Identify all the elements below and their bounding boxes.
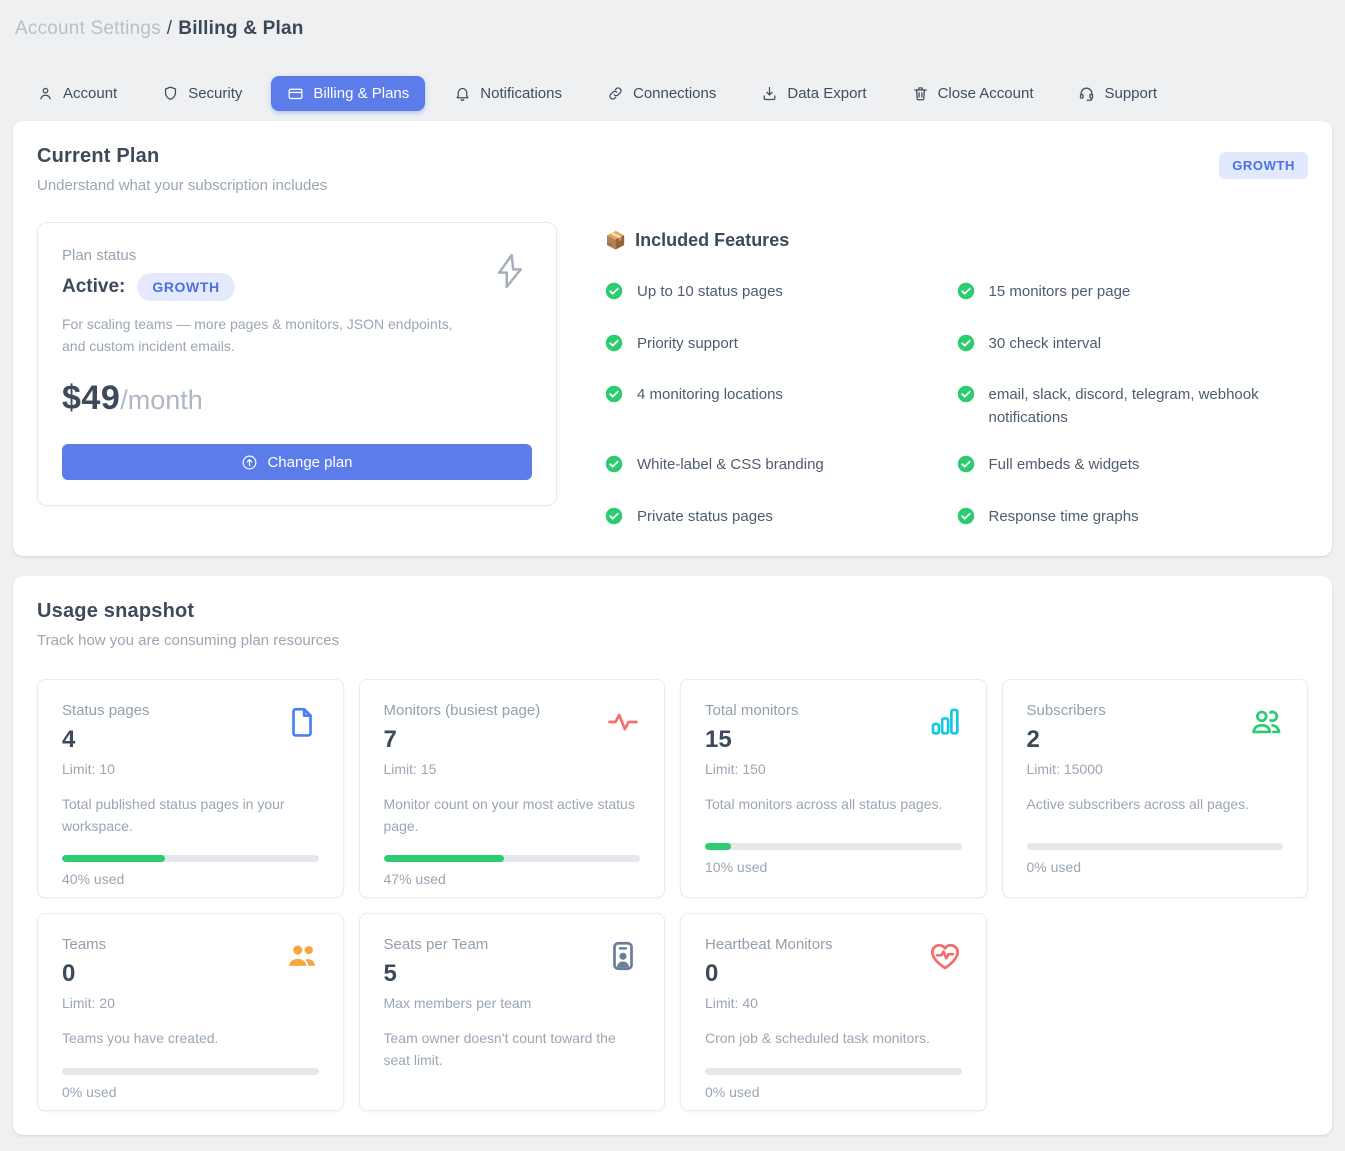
plan-status-label: Plan status xyxy=(62,247,532,264)
usage-progress-bar xyxy=(705,1068,962,1075)
plan-tier-badge: GROWTH xyxy=(1219,152,1308,179)
current-plan-subtitle: Understand what your subscription includ… xyxy=(37,177,327,194)
check-circle-icon xyxy=(605,385,623,411)
file-icon xyxy=(285,705,319,744)
tab-support[interactable]: Support xyxy=(1062,76,1173,111)
check-circle-icon xyxy=(605,334,623,360)
billing-plan-page: Account Settings / Billing & Plan Account … xyxy=(0,0,1345,1151)
usage-title: Usage snapshot xyxy=(37,600,339,623)
usage-progress-bar xyxy=(384,855,641,862)
feature-item: Private status pages xyxy=(605,506,947,533)
metric-card-subscribers: Subscribers 2 Limit: 15000 Active subscr… xyxy=(1002,679,1309,898)
tab-notifications[interactable]: Notifications xyxy=(438,76,578,111)
headset-icon xyxy=(1078,85,1095,102)
people-outline-icon xyxy=(1249,705,1283,744)
metric-card-status-pages: Status pages 4 Limit: 10 Total published… xyxy=(37,679,344,898)
tab-close-account[interactable]: Close Account xyxy=(896,76,1050,111)
settings-tab-bar: Account Security Billing & Plans Notific… xyxy=(13,76,1332,111)
feature-item: 30 check interval xyxy=(957,333,1299,360)
included-features-heading: Included Features xyxy=(635,230,789,251)
plan-price: $49 xyxy=(62,379,120,418)
plan-period: /month xyxy=(120,385,203,416)
usage-snapshot-card: Usage snapshot Track how you are consumi… xyxy=(13,576,1332,1135)
feature-item: Response time graphs xyxy=(957,506,1299,533)
feature-item: Priority support xyxy=(605,333,947,360)
usage-progress-bar xyxy=(62,1068,319,1075)
breadcrumb-separator: / xyxy=(167,18,172,39)
feature-item: 15 monitors per page xyxy=(957,281,1299,308)
metric-card-teams: Teams 0 Limit: 20 Teams you have created… xyxy=(37,913,344,1111)
check-circle-icon xyxy=(957,334,975,360)
id-badge-icon xyxy=(606,939,640,978)
usage-progress-bar xyxy=(62,855,319,862)
feature-item: Up to 10 status pages xyxy=(605,281,947,308)
bell-icon xyxy=(454,85,471,102)
arrow-up-circle-icon xyxy=(241,454,258,471)
tab-billing[interactable]: Billing & Plans xyxy=(271,76,425,111)
person-icon xyxy=(37,85,54,102)
metric-card-monitors-busiest-page: Monitors (busiest page) 7 Limit: 15 Moni… xyxy=(359,679,666,898)
feature-item: White-label & CSS branding xyxy=(605,454,947,481)
metric-card-heartbeat-monitors: Heartbeat Monitors 0 Limit: 40 Cron job … xyxy=(680,913,987,1111)
breadcrumb: Account Settings / Billing & Plan xyxy=(13,12,1332,40)
feature-item: email, slack, discord, telegram, webhook… xyxy=(957,384,1299,429)
usage-subtitle: Track how you are consuming plan resourc… xyxy=(37,632,339,649)
feature-item: 4 monitoring locations xyxy=(605,384,947,429)
plan-status-value: Active: xyxy=(62,276,125,298)
link-icon xyxy=(607,85,624,102)
lightning-icon xyxy=(490,249,530,298)
included-features: 📦 Included Features Up to 10 status page… xyxy=(605,222,1308,532)
trash-icon xyxy=(912,85,929,102)
tab-account[interactable]: Account xyxy=(21,76,133,111)
check-circle-icon xyxy=(957,507,975,533)
check-circle-icon xyxy=(605,507,623,533)
package-icon: 📦 xyxy=(605,231,626,251)
activity-icon xyxy=(606,705,640,744)
heart-pulse-icon xyxy=(928,939,962,978)
people-filled-icon xyxy=(285,939,319,978)
check-circle-icon xyxy=(605,455,623,481)
feature-item: Full embeds & widgets xyxy=(957,454,1299,481)
breadcrumb-page-title: Billing & Plan xyxy=(178,18,303,39)
current-plan-card: Current Plan Understand what your subscr… xyxy=(13,121,1332,556)
download-icon xyxy=(761,85,778,102)
check-circle-icon xyxy=(957,282,975,308)
check-circle-icon xyxy=(957,455,975,481)
breadcrumb-section[interactable]: Account Settings xyxy=(15,18,161,39)
current-plan-title: Current Plan xyxy=(37,145,327,168)
credit-card-icon xyxy=(287,85,304,102)
plan-status-box: Plan status Active: GROWTH For scaling t… xyxy=(37,222,557,506)
change-plan-button[interactable]: Change plan xyxy=(62,444,532,480)
usage-progress-bar xyxy=(1027,843,1284,850)
tab-data-export[interactable]: Data Export xyxy=(745,76,882,111)
shield-icon xyxy=(162,85,179,102)
change-plan-label: Change plan xyxy=(267,454,352,471)
bar-chart-icon xyxy=(928,705,962,744)
metric-card-seats-per-team: Seats per Team 5 Max members per team Te… xyxy=(359,913,666,1111)
check-circle-icon xyxy=(605,282,623,308)
usage-progress-bar xyxy=(705,843,962,850)
tab-security[interactable]: Security xyxy=(146,76,258,111)
plan-description: For scaling teams — more pages & monitor… xyxy=(62,314,472,357)
tab-connections[interactable]: Connections xyxy=(591,76,732,111)
check-circle-icon xyxy=(957,385,975,411)
metric-card-total-monitors: Total monitors 15 Limit: 150 Total monit… xyxy=(680,679,987,898)
plan-name-badge: GROWTH xyxy=(137,273,234,301)
